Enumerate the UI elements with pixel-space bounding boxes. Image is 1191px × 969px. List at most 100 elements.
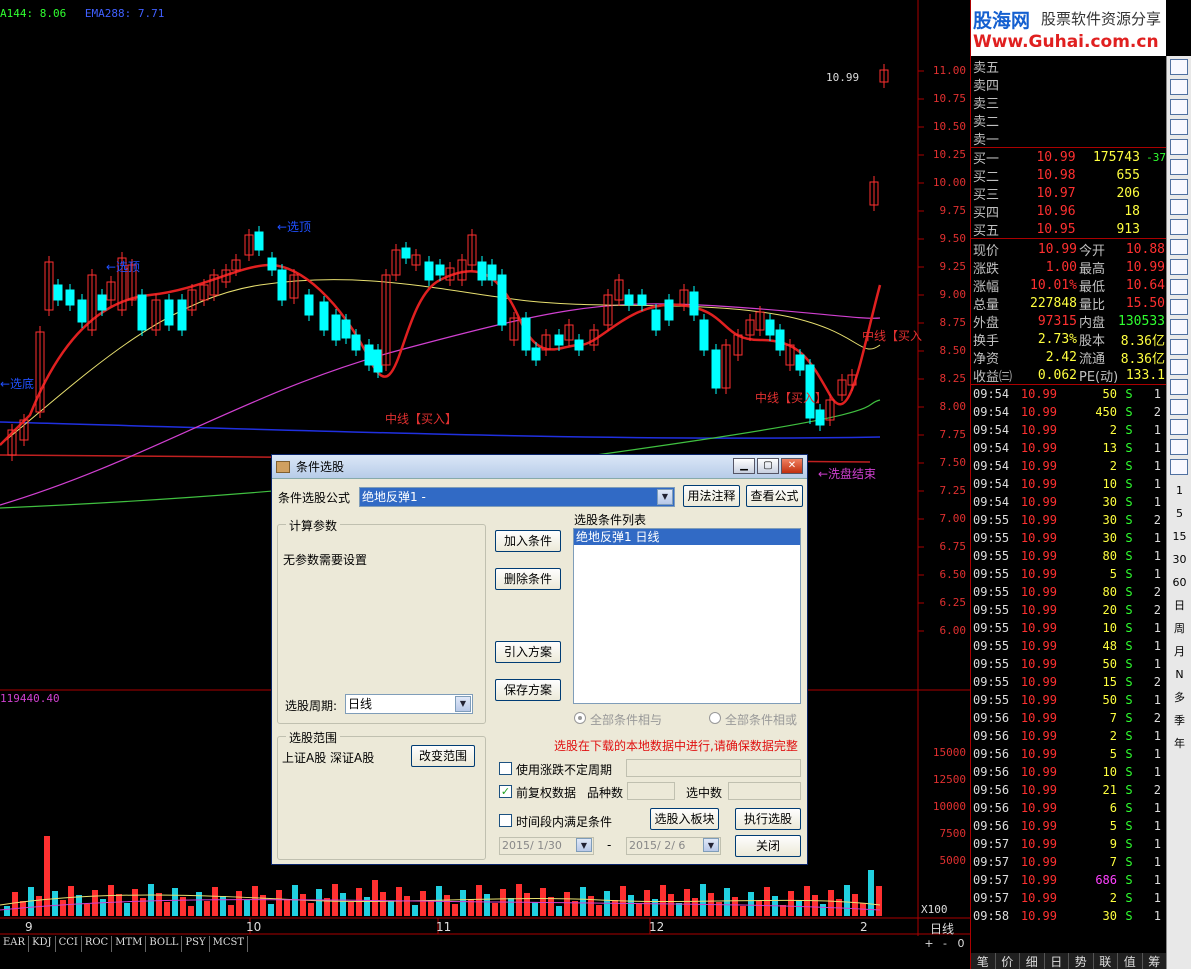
volume-bar [548, 897, 554, 916]
condition-list[interactable]: 绝地反弹1 日线 [573, 528, 801, 704]
tab-cci[interactable]: CCI [56, 936, 82, 952]
panel-tab[interactable]: 日 [1045, 953, 1069, 969]
tick-count: 1 [1153, 693, 1161, 707]
toolbar-period[interactable]: 周 [1167, 617, 1191, 640]
volume-bar [284, 899, 290, 916]
volume-bar [276, 890, 282, 916]
tick-count: 2 [1153, 405, 1161, 419]
usage-button[interactable]: 用法注释 [683, 485, 740, 507]
candle-body [765, 319, 775, 336]
stat-value: 10.99 [1125, 259, 1165, 275]
candle-body [304, 294, 314, 316]
fin-icon[interactable] [1170, 179, 1188, 195]
toolbar-period[interactable]: 60 [1167, 571, 1191, 594]
f2-icon[interactable] [1170, 279, 1188, 295]
circle-icon[interactable] [1170, 319, 1188, 335]
tab-kdj[interactable]: KDJ [29, 936, 56, 952]
save-plan-button[interactable]: 保存方案 [495, 679, 561, 701]
radio-or[interactable] [709, 712, 721, 724]
kline-icon[interactable] [1170, 119, 1188, 135]
period-condition-checkbox[interactable] [499, 814, 512, 827]
maximize-icon[interactable]: ▢ [757, 458, 779, 474]
tick-price: 10.99 [1020, 855, 1057, 869]
toolbar-period[interactable]: 月 [1167, 640, 1191, 663]
add-condition-button[interactable]: 加入条件 [495, 530, 561, 552]
chart-icon[interactable] [1170, 99, 1188, 115]
candle-body [341, 319, 351, 339]
tick-count: 1 [1153, 747, 1161, 761]
delete-condition-button[interactable]: 删除条件 [495, 568, 561, 590]
toolbar-period[interactable]: 15 [1167, 525, 1191, 548]
volume-header: 119440.40 [0, 692, 60, 705]
box-icon[interactable] [1170, 219, 1188, 235]
tab-ear[interactable]: EAR [0, 936, 30, 952]
change-range-button[interactable]: 改变范围 [411, 745, 475, 767]
toolbar-period[interactable]: 多 [1167, 686, 1191, 709]
arrow-icon[interactable] [1170, 59, 1188, 75]
tick-time: 09:54 [973, 441, 1010, 455]
tab-mcst[interactable]: MCST [210, 936, 248, 952]
zoom-out-button[interactable]: - [937, 937, 953, 950]
date-to-value: 2015/ 2/ 6 [629, 839, 686, 852]
page-icon[interactable] [1170, 459, 1188, 475]
dialog-titlebar[interactable]: 条件选股 ▁ ▢ ✕ [272, 455, 807, 479]
candle-body [53, 284, 63, 301]
zoom-in-button[interactable]: + [921, 937, 937, 950]
minimize-icon[interactable]: ▁ [733, 458, 755, 474]
toolbar-period[interactable]: 1 [1167, 479, 1191, 502]
rsi-icon[interactable] [1170, 359, 1188, 375]
bars-icon[interactable] [1170, 139, 1188, 155]
panel-tab[interactable]: 联 [1094, 953, 1118, 969]
execute-button[interactable]: 执行选股 [735, 808, 801, 830]
to-block-button[interactable]: 选股入板块 [650, 808, 719, 830]
sell-order-3: 卖三 [973, 96, 1000, 112]
tab-roc[interactable]: ROC [82, 936, 113, 952]
volume-axis-tick: 15000 [932, 746, 966, 759]
chevron-down-icon[interactable]: ▼ [455, 696, 471, 712]
panel-tab[interactable]: 细 [1020, 953, 1045, 969]
pen-icon[interactable] [1170, 419, 1188, 435]
tick-price: 10.99 [1020, 909, 1057, 923]
period-select[interactable]: 日线 ▼ [345, 694, 473, 714]
radio-and[interactable] [574, 712, 586, 724]
toolbar-period[interactable]: 季 [1167, 709, 1191, 732]
panel-tab[interactable]: 笔 [971, 953, 996, 969]
tick-side: S [1125, 657, 1133, 671]
chevron-down-icon[interactable]: ▼ [657, 489, 673, 505]
close-button[interactable]: 关闭 [735, 835, 801, 857]
price-axis-tick: 9.75 [939, 204, 967, 217]
toolbar-period[interactable]: 日 [1167, 594, 1191, 617]
formula-select[interactable]: 绝地反弹1 - ▼ [359, 487, 675, 507]
import-plan-button[interactable]: 引入方案 [495, 641, 561, 663]
toolbar-period[interactable]: 30 [1167, 548, 1191, 571]
move-icon[interactable] [1170, 399, 1188, 415]
uncertain-period-checkbox[interactable] [499, 762, 512, 775]
view-formula-button[interactable]: 查看公式 [746, 485, 803, 507]
toolbar-period[interactable]: 年 [1167, 732, 1191, 755]
wave-icon[interactable] [1170, 339, 1188, 355]
panel-tab[interactable]: 筹 [1143, 953, 1167, 969]
f5-icon[interactable] [1170, 439, 1188, 455]
adjust-checkbox[interactable]: ✓ [499, 785, 512, 798]
tick-price: 10.99 [1020, 405, 1057, 419]
zoom-reset-button[interactable]: 0 [953, 937, 969, 950]
price-axis-tick: 10.25 [932, 148, 966, 161]
toolbar-period[interactable]: N [1167, 663, 1191, 686]
toolbar-period[interactable]: 5 [1167, 502, 1191, 525]
tab-boll[interactable]: BOLL [146, 936, 183, 952]
adjust-label: 前复权数据 [516, 786, 577, 800]
info2-icon[interactable] [1170, 299, 1188, 315]
close-icon[interactable]: ✕ [781, 458, 803, 474]
tab-mtm[interactable]: MTM [112, 936, 147, 952]
tab-psy[interactable]: PSY [182, 936, 210, 952]
box2-icon[interactable] [1170, 239, 1188, 255]
panel-tab[interactable]: 势 [1069, 953, 1094, 969]
f10-icon[interactable] [1170, 259, 1188, 275]
panel-tab[interactable]: 值 [1118, 953, 1143, 969]
panel-tab[interactable]: 价 [996, 953, 1020, 969]
tick-icon[interactable] [1170, 159, 1188, 175]
grid-icon[interactable] [1170, 79, 1188, 95]
condition-list-item[interactable]: 绝地反弹1 日线 [574, 529, 800, 545]
info-icon[interactable] [1170, 199, 1188, 215]
line-icon[interactable] [1170, 379, 1188, 395]
